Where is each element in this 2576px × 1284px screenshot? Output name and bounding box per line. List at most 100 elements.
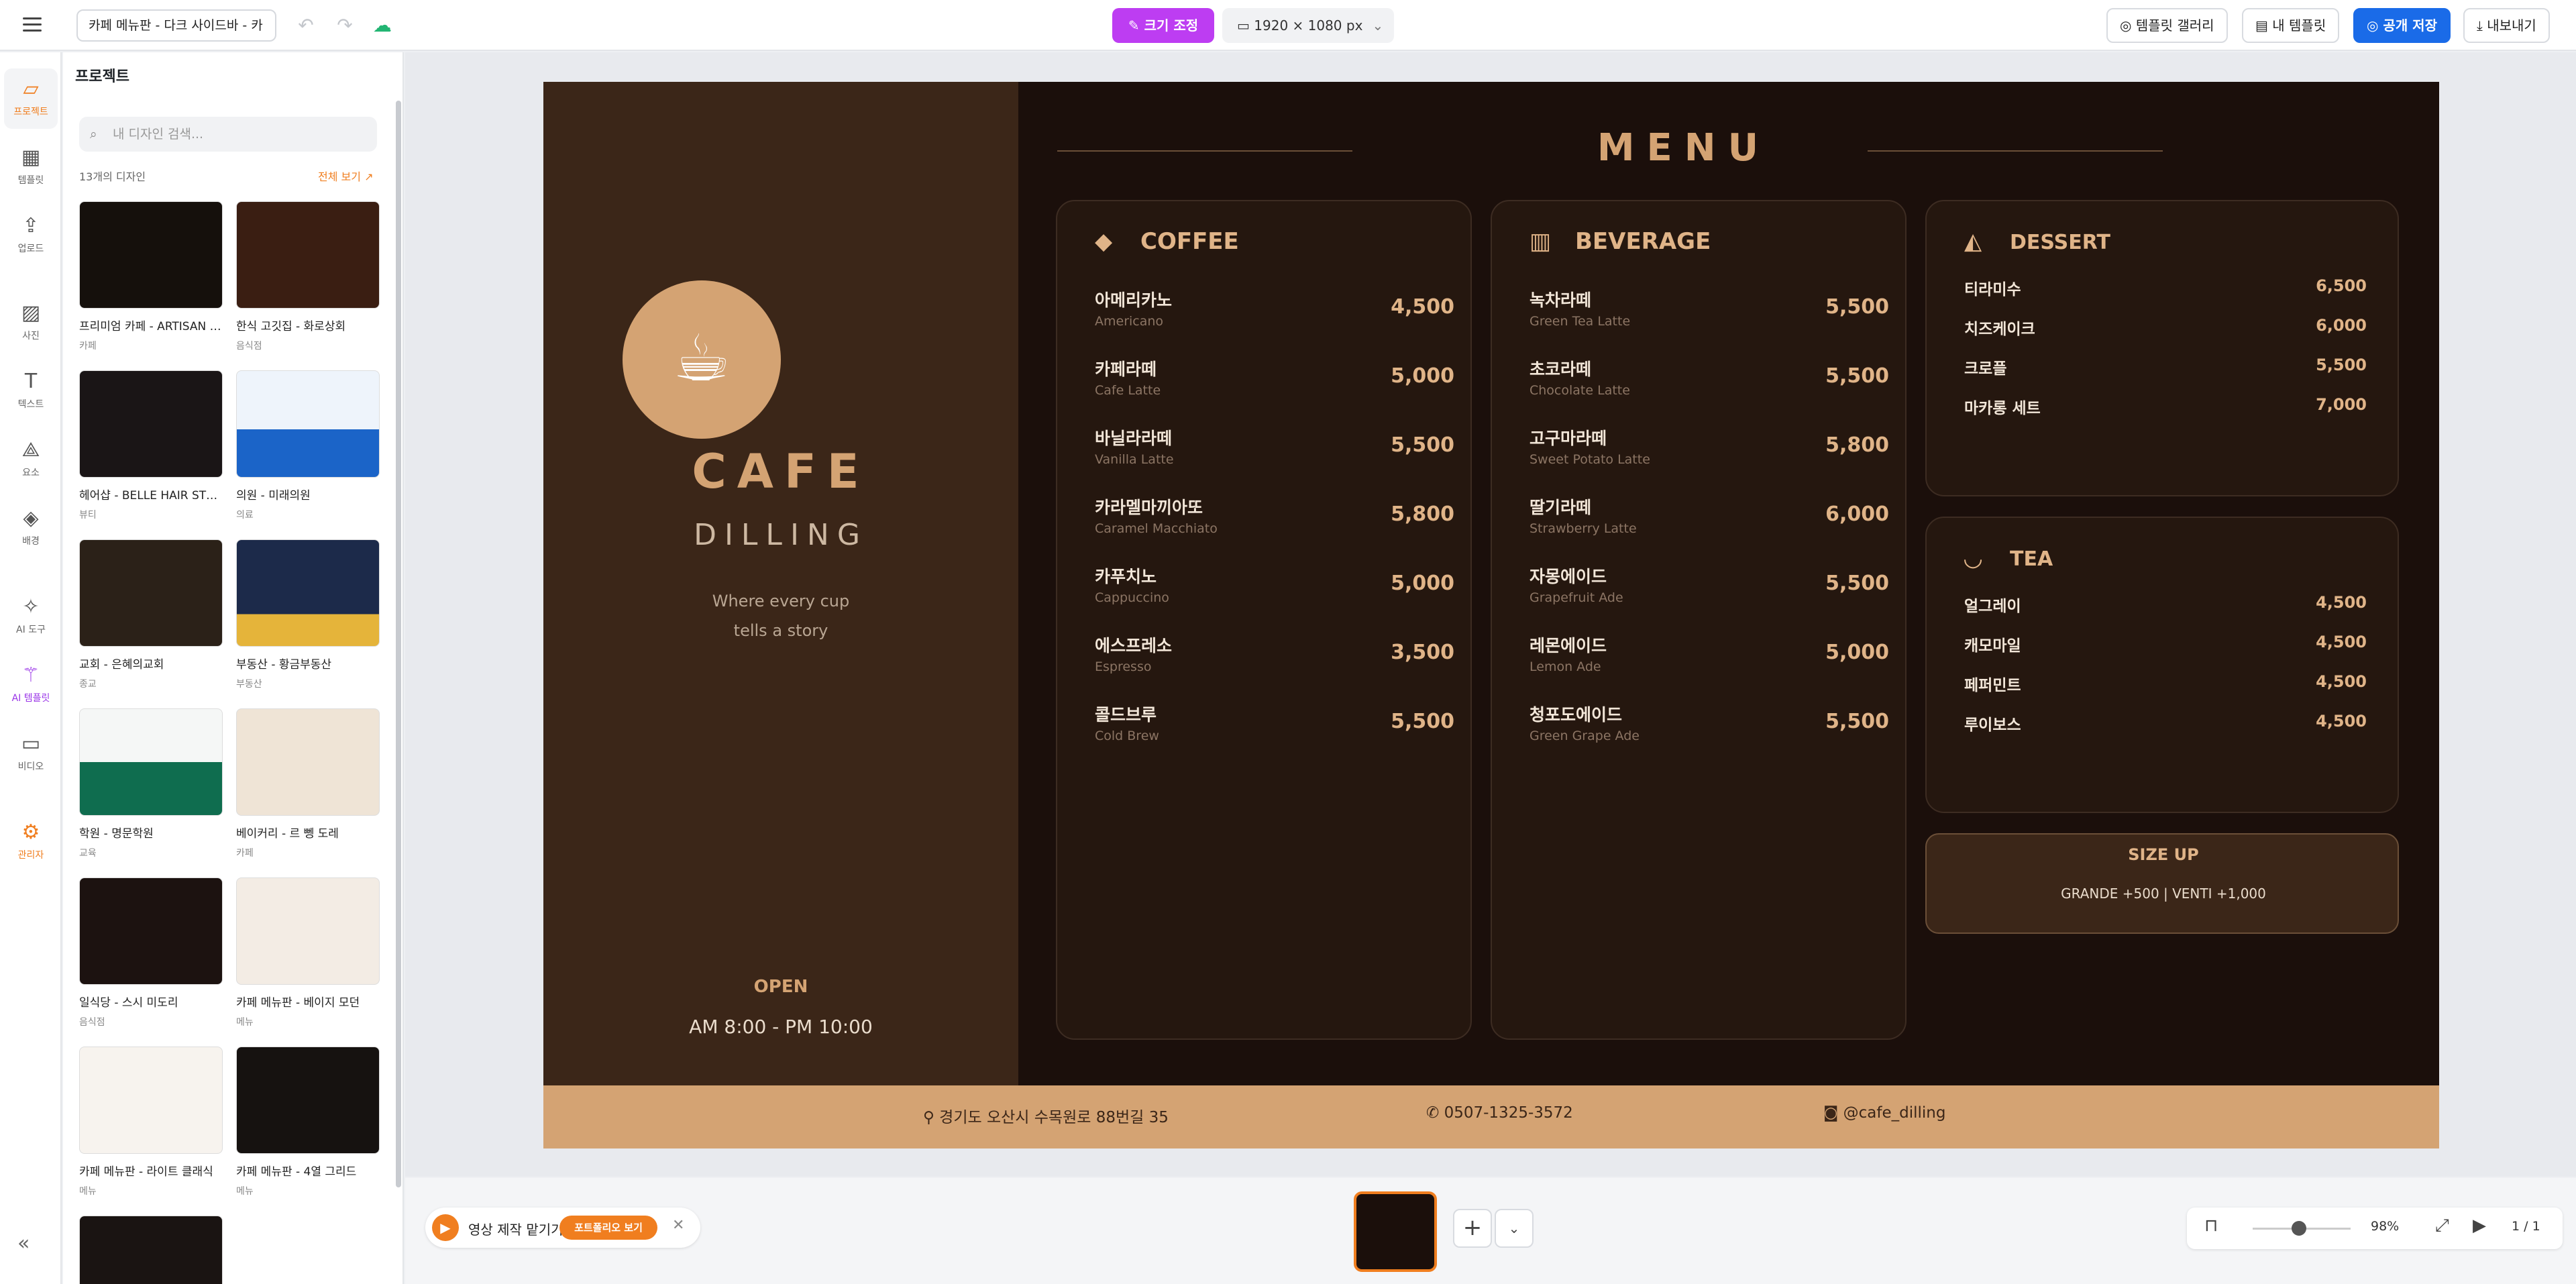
page-indicator: 1 / 1: [2512, 1219, 2540, 1234]
nav-ai-templates[interactable]: ⚚ AI 템플릿: [4, 655, 58, 715]
design-search-input[interactable]: ⌕ 내 디자인 검색...: [79, 117, 377, 152]
coffee-beans-icon: ◆: [1095, 228, 1113, 255]
nav-background[interactable]: ◈ 배경: [4, 498, 58, 558]
open-label: OPEN: [753, 977, 808, 997]
redo-icon[interactable]: ↷: [331, 12, 358, 39]
nav-templates[interactable]: ▦ 템플릿: [4, 137, 58, 197]
design-category: 뷰티: [79, 510, 97, 521]
design-category: 음식점: [236, 341, 262, 352]
upload-icon: ⇪: [22, 214, 40, 237]
design-card[interactable]: 학원 - 명문학원 교육: [79, 708, 223, 859]
beverage-heading-text: BEVERAGE: [1575, 228, 1711, 255]
design-card[interactable]: 교회 - 은혜의교회 종교: [79, 539, 223, 690]
menu-item: 에스프레소 Espresso 3,500: [1095, 633, 1454, 674]
coffee-heading: ◆ COFFEE: [1095, 228, 1239, 255]
magic-wand-icon: ⚚: [21, 663, 40, 687]
item-price: 5,500: [1391, 710, 1454, 733]
portfolio-button[interactable]: 포트폴리오 보기: [559, 1216, 657, 1240]
download-icon: ⤓: [2477, 17, 2487, 34]
page-options-chevron-icon[interactable]: ⌄: [1495, 1209, 1534, 1248]
canvas-size-select[interactable]: ▭ 1920 × 1080 px ⌄: [1222, 8, 1394, 43]
item-name: 티라미수: [1964, 281, 2021, 299]
canvas-size-value: 1920 × 1080 px: [1254, 17, 1363, 34]
menu-item: 딸기라떼 Strawberry Latte 6,000: [1529, 494, 1889, 536]
nav-projects[interactable]: ▱ 프로젝트: [4, 68, 58, 129]
item-price: 5,500: [2316, 356, 2367, 374]
design-card[interactable]: 카페 메뉴판 - 라이트 클래식 메뉴: [79, 1047, 223, 1197]
menu-design[interactable]: ☕ CAFE DILLING Where every cup tells a st…: [543, 82, 2439, 1148]
view-all-label: 전체 보기: [318, 170, 361, 183]
design-category: 카페: [79, 341, 97, 352]
menu-item: 카페라떼 Cafe Latte 5,000: [1095, 356, 1454, 398]
nav-video[interactable]: ▭ 비디오: [4, 723, 58, 784]
hamburger-menu-icon[interactable]: [20, 13, 44, 38]
item-name: 얼그레이: [1964, 598, 2021, 615]
nav-ai-tools[interactable]: ✧ AI 도구: [4, 586, 58, 647]
nav-label: 배경: [22, 536, 40, 547]
resize-label: 크기 조정: [1144, 17, 1199, 34]
publish-button[interactable]: ◎ 공개 저장: [2353, 8, 2451, 43]
document-name-field[interactable]: 카페 메뉴판 - 다크 사이드바 - 카: [76, 9, 276, 42]
design-card[interactable]: 부동산 - 황금부동산 부동산: [236, 539, 380, 690]
item-price: 4,500: [2316, 633, 2367, 651]
undo-icon[interactable]: ↶: [292, 12, 319, 39]
menu-item: 루이보스 4,500: [1964, 712, 2367, 735]
design-card[interactable]: 일식당 - 스시 미도리 음식점: [79, 877, 223, 1028]
design-card[interactable]: 의원 - 미래의원 의료: [236, 370, 380, 521]
nav-label: AI 도구: [16, 625, 46, 635]
design-card[interactable]: 프리미엄 카페 - ARTISAN COFFEE 카페: [79, 201, 223, 352]
cloud-save-icon[interactable]: ☁: [369, 12, 396, 39]
page-thumbnail[interactable]: [1354, 1191, 1437, 1272]
panel-scrollbar[interactable]: [396, 101, 401, 1187]
phone-icon: ✆: [1426, 1104, 1444, 1122]
design-card[interactable]: 베이커리 - 르 뼁 도레 카페: [236, 708, 380, 859]
video-request-banner[interactable]: ▶ 영상 제작 맡기기 포트폴리오 보기 ✕: [425, 1208, 700, 1248]
design-title: 교회 - 은혜의교회: [79, 658, 164, 672]
export-button[interactable]: ⤓ 내보내기: [2463, 8, 2550, 43]
my-templates-label: 내 템플릿: [2272, 17, 2326, 34]
item-name: 루이보스: [1964, 716, 2021, 734]
item-name: 페퍼민트: [1964, 677, 2021, 694]
phone: ✆ 0507-1325-3572: [1426, 1104, 1573, 1122]
nav-label: 업로드: [17, 244, 44, 254]
logo-circle: ☕: [623, 280, 781, 439]
nav-admin[interactable]: ⚙ 관리자: [4, 812, 58, 872]
design-card[interactable]: 카페 메뉴판 - 베이지 모던 메뉴: [236, 877, 380, 1028]
item-price: 4,500: [1391, 295, 1454, 319]
menu-item: 크로플 5,500: [1964, 356, 2367, 378]
play-icon[interactable]: ▶: [2473, 1216, 2486, 1236]
menu-item: 레몬에이드 Lemon Ade 5,000: [1529, 633, 1889, 674]
nav-upload[interactable]: ⇪ 업로드: [4, 205, 58, 266]
resize-button[interactable]: ✎ 크기 조정: [1112, 8, 1214, 43]
beverage-section: ▥ BEVERAGE 녹차라떼 Green Tea Latte 5,500 초코라떼 C…: [1491, 200, 1907, 1040]
camera-icon: ◙: [1823, 1104, 1843, 1122]
design-card[interactable]: 헤어샵 - BELLE HAIR STUDIO 뷰티: [79, 370, 223, 521]
menu-item: 마카롱 세트 7,000: [1964, 395, 2367, 418]
item-price: 6,500: [2316, 276, 2367, 295]
beverage-heading: ▥ BEVERAGE: [1529, 228, 1711, 255]
menu-item: 아메리카노 Americano 4,500: [1095, 287, 1454, 329]
view-all-link[interactable]: 전체 보기 ↗: [318, 168, 373, 184]
design-card[interactable]: 카페 메뉴판 - 4열 그리드 메뉴: [236, 1047, 380, 1197]
add-page-button[interactable]: +: [1453, 1209, 1492, 1248]
collapse-sidebar-icon[interactable]: «: [17, 1232, 30, 1255]
my-templates-button[interactable]: ▤ 내 템플릿: [2242, 8, 2340, 43]
design-card[interactable]: 한식 고깃집 - 화로상회 음식점: [236, 201, 380, 352]
design-card[interactable]: [79, 1216, 223, 1284]
nav-elements[interactable]: ⟁ 요소: [4, 429, 58, 490]
zoom-slider-handle[interactable]: [2292, 1221, 2306, 1236]
menu-item: 녹차라떼 Green Tea Latte 5,500: [1529, 287, 1889, 329]
design-category: 교육: [79, 848, 97, 859]
bottom-bar: ▶ 영상 제작 맡기기 포트폴리오 보기 ✕ + ⌄ ⊓ 98% ⤢ ▶ 1 /…: [405, 1178, 2576, 1284]
lock-icon[interactable]: ⊓: [2204, 1216, 2218, 1236]
nav-photos[interactable]: ▨ 사진: [4, 292, 58, 353]
fullscreen-icon[interactable]: ⤢: [2435, 1216, 2449, 1236]
template-gallery-button[interactable]: ◎ 템플릿 갤러리: [2106, 8, 2228, 43]
design-title: 카페 메뉴판 - 베이지 모던: [236, 996, 360, 1010]
close-icon[interactable]: ✕: [672, 1217, 684, 1234]
shapes-icon: ⟁: [21, 438, 40, 462]
menu-item: 페퍼민트 4,500: [1964, 672, 2367, 695]
instagram-text: @cafe_dilling: [1843, 1104, 1946, 1122]
nav-text[interactable]: T 텍스트: [4, 361, 58, 421]
item-price: 4,500: [2316, 593, 2367, 612]
